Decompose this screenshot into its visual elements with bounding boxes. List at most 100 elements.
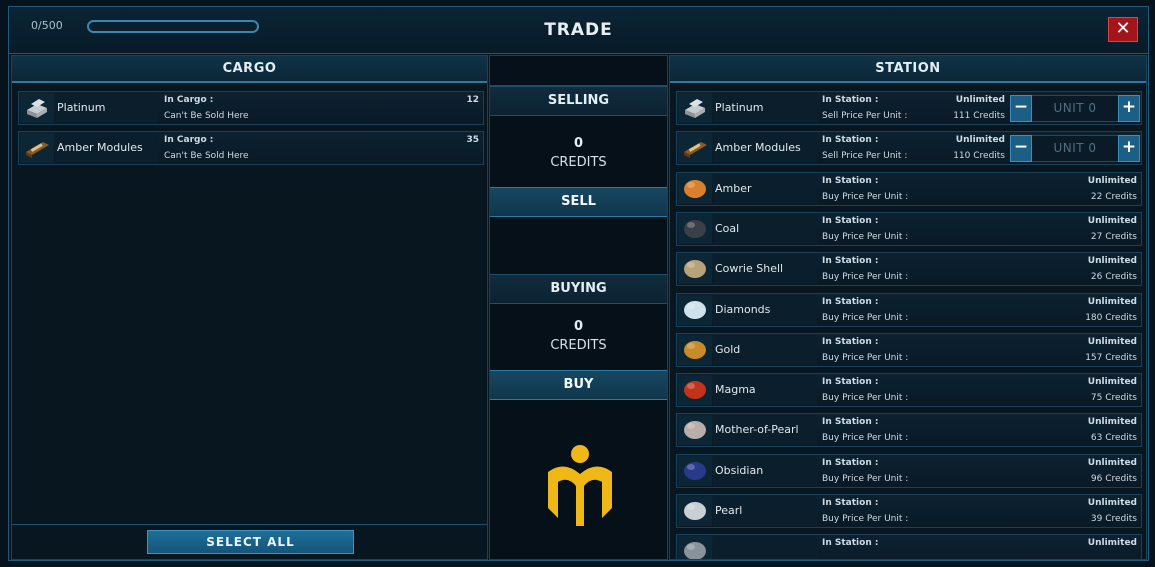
cargo-item-row[interactable]: Amber Modules In Cargo : 35 Can't Be Sold H…: [18, 131, 484, 165]
station-stock-label: In Station :: [822, 377, 879, 388]
selling-value: 0: [573, 136, 584, 151]
station-price-value: 111 Credits: [953, 111, 1005, 121]
station-price-label: Buy Price Per Unit :: [822, 393, 909, 404]
transaction-top-spacer: [490, 56, 667, 86]
station-item-name: [713, 536, 817, 559]
sell-button[interactable]: SELL: [490, 187, 667, 217]
station-price-label: Sell Price Per Unit :: [822, 151, 908, 162]
cargo-qty-label: In Cargo :: [164, 135, 214, 145]
window-title: TRADE: [544, 20, 613, 40]
station-item-name: Pearl: [713, 496, 817, 526]
decrement-button[interactable]: −: [1010, 135, 1032, 163]
resource-icon: [678, 334, 712, 365]
station-stock-label: In Station :: [822, 538, 879, 549]
station-price-value: 110 Credits: [953, 151, 1005, 162]
station-stock-label: In Station :: [822, 417, 879, 428]
cargo-footer-divider: [12, 524, 487, 525]
cargo-item-row[interactable]: Platinum In Cargo : 12 Can't Be Sold Here: [18, 91, 484, 125]
unit-quantity-field[interactable]: UNIT 0: [1032, 95, 1118, 122]
station-price-label: Buy Price Per Unit :: [822, 312, 909, 323]
station-stock-value: Unlimited: [1087, 256, 1137, 267]
increment-button[interactable]: +: [1118, 135, 1140, 163]
resource-icon: [678, 496, 712, 526]
cargo-title: CARGO: [12, 56, 487, 83]
station-sell-row: Amber Modules In Station : Unlimited Sell P…: [676, 131, 1142, 166]
cargo-item-name: Platinum: [55, 93, 159, 123]
resource-icon: [678, 254, 712, 285]
station-stock-label: In Station :: [822, 95, 879, 105]
station-buy-row[interactable]: Obsidian In Station : Unlimited Buy Price P…: [676, 453, 1142, 488]
selling-label: SELLING: [547, 93, 610, 108]
station-buy-row[interactable]: In Station : Unlimited: [676, 534, 1142, 559]
select-all-button[interactable]: SELECT ALL: [147, 530, 354, 554]
station-buy-row[interactable]: Gold In Station : Unlimited Buy Price Per U…: [676, 332, 1142, 367]
station-item-name: Magma: [713, 375, 817, 406]
station-stock-label: In Station :: [822, 296, 879, 307]
station-stock-value: Unlimited: [1087, 175, 1137, 186]
station-stock-label: In Station :: [822, 175, 879, 186]
station-price-label: Buy Price Per Unit :: [822, 191, 909, 202]
station-stock-value: Unlimited: [1087, 498, 1137, 508]
station-stock-value: Unlimited: [1087, 417, 1137, 428]
station-stock-value: Unlimited: [955, 95, 1005, 105]
selling-header: SELLING: [490, 86, 667, 116]
station-buy-row[interactable]: Pearl In Station : Unlimited Buy Price Per …: [676, 494, 1142, 528]
station-stock-value: Unlimited: [1087, 296, 1137, 307]
station-price-label: Buy Price Per Unit :: [822, 231, 909, 242]
trade-window: 0/500 TRADE ✕ CARGO Platinum In Cargo : 12…: [8, 6, 1149, 561]
trade-header: 0/500 TRADE ✕: [9, 7, 1148, 54]
station-buy-row[interactable]: Cowrie Shell In Station : Unlimited Buy Pri…: [676, 252, 1142, 287]
station-stock-label: In Station :: [822, 336, 879, 347]
logo-wings: [548, 466, 612, 526]
station-price-value: 27 Credits: [1090, 231, 1137, 242]
station-buy-row[interactable]: Amber In Station : Unlimited Buy Price Per …: [676, 171, 1142, 206]
station-price-label: Buy Price Per Unit :: [822, 514, 909, 524]
buying-label: BUYING: [550, 281, 607, 296]
station-buy-row[interactable]: Coal In Station : Unlimited Buy Price Per U…: [676, 211, 1142, 246]
decrement-button[interactable]: −: [1010, 95, 1032, 122]
station-price-value: 96 Credits: [1090, 473, 1137, 484]
station-item-name: Gold: [713, 334, 817, 365]
station-stock-value: Unlimited: [1087, 457, 1137, 468]
cargo-qty-value: 12: [466, 95, 479, 105]
station-item-name: Amber: [713, 173, 817, 204]
station-buy-row[interactable]: Diamonds In Station : Unlimited Buy Price P…: [676, 292, 1142, 327]
station-price-value: 63 Credits: [1090, 433, 1137, 444]
buy-button[interactable]: BUY: [490, 370, 667, 400]
cargo-sell-note: Can't Be Sold Here: [164, 111, 249, 121]
station-item-name: Platinum: [713, 93, 817, 123]
station-item-name: Diamonds: [713, 294, 817, 325]
station-item-name: Amber Modules: [713, 133, 817, 164]
station-stock-value: Unlimited: [955, 135, 1005, 146]
station-price-value: 75 Credits: [1090, 393, 1137, 404]
station-stock-value: Unlimited: [1087, 538, 1137, 549]
station-price-label: Buy Price Per Unit :: [822, 272, 909, 283]
station-sell-row: Platinum In Station : Unlimited Sell Price …: [676, 91, 1142, 125]
station-stock-label: In Station :: [822, 457, 879, 468]
station-stock-value: Unlimited: [1087, 215, 1137, 226]
platinum-icon: [678, 93, 712, 123]
station-stock-label: In Station :: [822, 215, 879, 226]
buying-credits-label: CREDITS: [550, 338, 607, 353]
station-price-label: Buy Price Per Unit :: [822, 352, 909, 363]
resource-icon: [678, 213, 712, 244]
close-button[interactable]: ✕: [1108, 17, 1138, 42]
station-buy-row[interactable]: Magma In Station : Unlimited Buy Price Per …: [676, 373, 1142, 408]
unit-quantity-field[interactable]: UNIT 0: [1032, 135, 1118, 163]
faction-logo-icon: [548, 445, 612, 526]
station-item-name: Obsidian: [713, 455, 817, 486]
cargo-panel: CARGO Platinum In Cargo : 12 Can't Be Sold …: [11, 55, 488, 560]
amber-modules-icon: [20, 133, 54, 163]
resource-icon: [678, 294, 712, 325]
amber-modules-icon: [678, 133, 712, 164]
station-price-value: 22 Credits: [1090, 191, 1137, 202]
station-buy-row[interactable]: Mother-of-Pearl In Station : Unlimited Buy …: [676, 413, 1142, 448]
station-stock-label: In Station :: [822, 135, 879, 146]
station-price-label: Sell Price Per Unit :: [822, 111, 908, 121]
station-price-value: 39 Credits: [1090, 514, 1137, 524]
resource-icon: [678, 455, 712, 486]
increment-button[interactable]: +: [1118, 95, 1140, 122]
station-price-value: 157 Credits: [1085, 352, 1137, 363]
station-price-label: Buy Price Per Unit :: [822, 473, 909, 484]
station-title: STATION: [670, 56, 1146, 83]
